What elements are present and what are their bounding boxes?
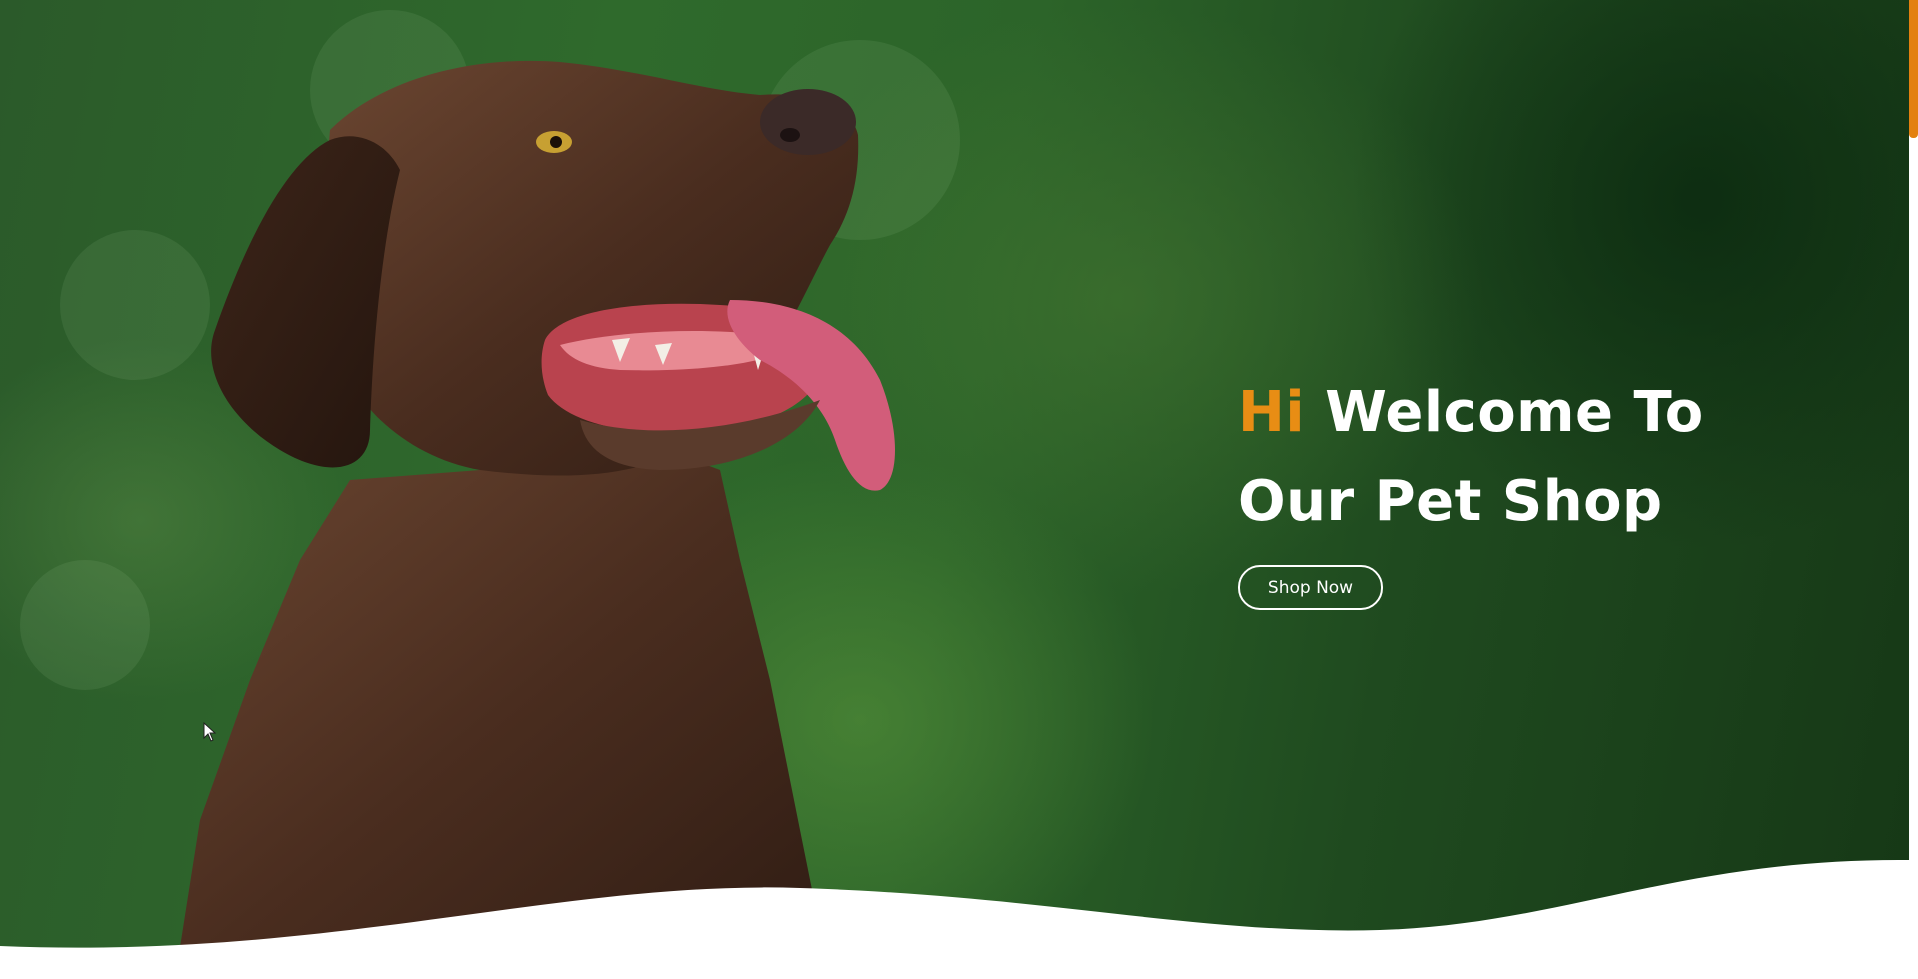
- mouse-pointer-icon: [203, 722, 217, 742]
- scrollbar-thumb[interactable]: [1909, 0, 1918, 138]
- headline-line1: Welcome To: [1325, 380, 1704, 445]
- hero-banner: Hi Welcome To Our Pet Shop Shop Now: [0, 0, 1909, 979]
- page-scrollbar[interactable]: [1909, 0, 1918, 979]
- headline-line2: Our Pet Shop: [1238, 469, 1663, 534]
- shop-now-button[interactable]: Shop Now: [1238, 565, 1383, 610]
- hero-headline: Hi Welcome To Our Pet Shop: [1238, 368, 1704, 546]
- page: Hi Welcome To Our Pet Shop Shop Now: [0, 0, 1918, 979]
- headline-accent: Hi: [1238, 380, 1306, 445]
